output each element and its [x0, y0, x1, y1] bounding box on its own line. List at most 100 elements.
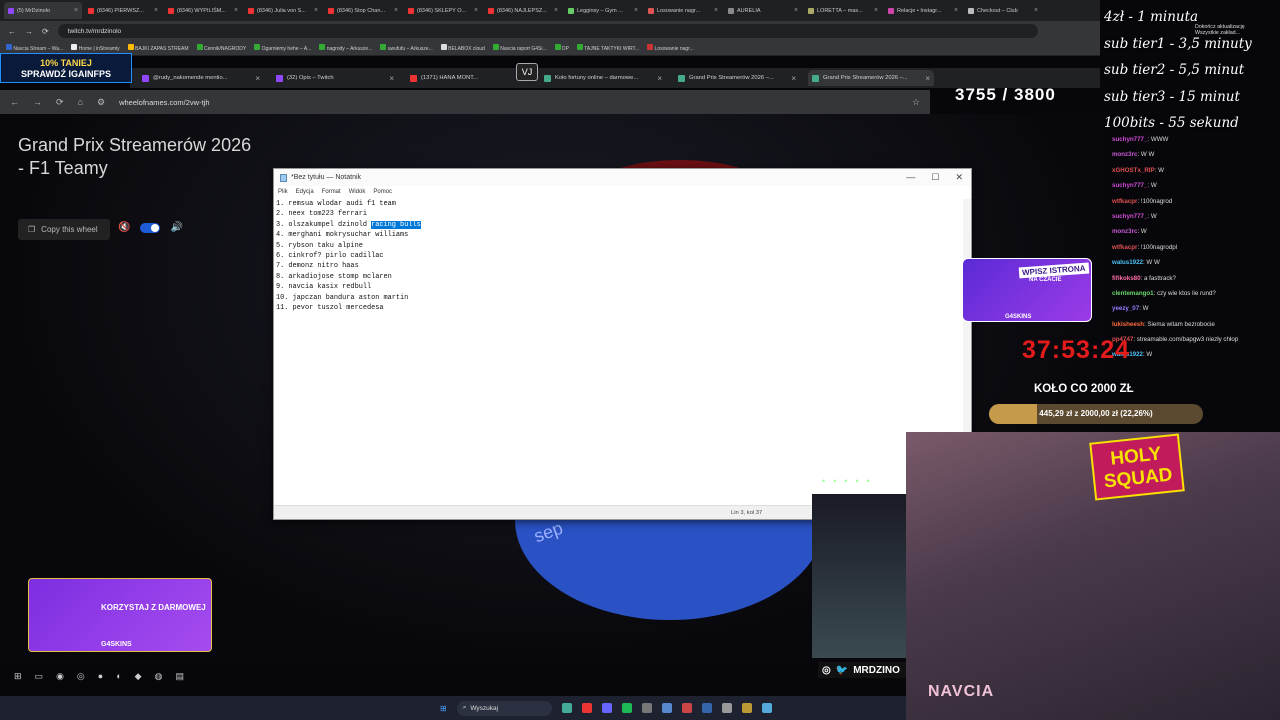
- chat-username[interactable]: monz3rc: [1112, 228, 1137, 235]
- file-explorer-icon[interactable]: [741, 703, 752, 713]
- outer-tab[interactable]: Losowanie nagr... ×: [644, 2, 722, 19]
- close-tab-icon[interactable]: ×: [954, 7, 958, 14]
- notepad-menu-item[interactable]: Widok: [349, 189, 366, 195]
- taskbar-search[interactable]: ⌕ Wyszukaj: [456, 700, 552, 716]
- close-tab-icon[interactable]: ×: [925, 74, 930, 83]
- maximize-icon[interactable]: ☐: [931, 172, 939, 183]
- forward-icon[interactable]: →: [25, 27, 33, 36]
- bookmark-star-icon[interactable]: ☆: [912, 97, 930, 108]
- inner-tab[interactable]: Koło fortuny online – darmowe... ×: [540, 70, 666, 86]
- bookmark-item[interactable]: Home | inStreamly: [71, 44, 120, 52]
- site-info-icon[interactable]: ⚙: [97, 97, 105, 108]
- close-tab-icon[interactable]: ×: [474, 7, 478, 14]
- bookmark-item[interactable]: Losowanie nagr...: [647, 44, 694, 52]
- minimize-icon[interactable]: —: [906, 172, 915, 183]
- windows-start-icon[interactable]: ⊞: [14, 671, 22, 682]
- close-tab-icon[interactable]: ×: [1034, 7, 1038, 14]
- bookmark-item[interactable]: Cennik/NAGRODY: [196, 44, 246, 52]
- chat-username[interactable]: clentemango1: [1112, 290, 1154, 297]
- chat-username[interactable]: suchyn777_: [1112, 182, 1147, 189]
- outer-tab[interactable]: (8346) SKLEPY O... ×: [404, 2, 482, 19]
- notepad-task-icon[interactable]: [761, 703, 772, 713]
- app-icon[interactable]: [681, 703, 692, 713]
- close-tab-icon[interactable]: ×: [154, 7, 158, 14]
- notepad-titlebar[interactable]: *Bez tytułu — Notatnik — ☐ ✕: [274, 169, 971, 186]
- inner-tab[interactable]: (1371) HANA MONT...×: [406, 70, 532, 86]
- inner-tab[interactable]: (32) Opis – Twitch ×: [272, 70, 398, 86]
- bookmark-item[interactable]: Navcia raport G4Si...: [492, 44, 547, 52]
- outer-tab[interactable]: (8346) PIERWSZ... ×: [84, 2, 162, 19]
- discord-icon[interactable]: ◐: [116, 671, 121, 681]
- outer-tab[interactable]: (8346) WYPILIŚM... ×: [164, 2, 242, 19]
- chat-username[interactable]: wtfkacpr: [1112, 244, 1137, 251]
- close-tab-icon[interactable]: ×: [657, 74, 662, 83]
- close-tab-icon[interactable]: ×: [389, 74, 394, 83]
- bookmark-item[interactable]: TAJNE TAKTYKI WIRT...: [576, 44, 639, 52]
- inner-url-text[interactable]: wheelofnames.com/2vw-tjh: [119, 98, 209, 107]
- home-icon[interactable]: ⌂: [78, 97, 83, 107]
- notepad-menu-item[interactable]: Format: [322, 189, 341, 195]
- chrome-icon[interactable]: ●: [98, 671, 103, 681]
- chat-username[interactable]: lukisheesh: [1112, 321, 1144, 328]
- close-tab-icon[interactable]: ×: [794, 7, 798, 14]
- reload-icon[interactable]: ⟳: [42, 27, 49, 36]
- volume-icon[interactable]: 🔊: [170, 222, 182, 233]
- close-icon[interactable]: ✕: [955, 172, 963, 183]
- notepad-text-area[interactable]: 1. remsua wlodar audi f1 team 2. neex tom…: [276, 199, 963, 501]
- steam-icon[interactable]: ◎: [77, 671, 85, 682]
- inner-back-icon[interactable]: ←: [10, 97, 19, 107]
- outer-tab[interactable]: Checkout – Club ×: [964, 2, 1042, 19]
- close-tab-icon[interactable]: ×: [791, 74, 796, 83]
- spotify-icon[interactable]: [621, 703, 632, 713]
- outer-tab[interactable]: (8346) Julia von S... ×: [244, 2, 322, 19]
- app-icon[interactable]: [641, 703, 652, 713]
- outer-address-bar[interactable]: twitch.tv/mrdzinolo: [57, 24, 1038, 38]
- inner-tab[interactable]: Grand Prix Streamerów 2026 –... ×: [674, 70, 800, 86]
- inner-tab[interactable]: Grand Prix Streamerów 2026 –... ×: [808, 70, 934, 86]
- close-tab-icon[interactable]: ×: [554, 7, 558, 14]
- app-icon[interactable]: [721, 703, 732, 713]
- notepad-window[interactable]: *Bez tytułu — Notatnik — ☐ ✕ Plik Edycja For…: [273, 168, 972, 520]
- outer-tab[interactable]: Relacje • Instagr... ×: [884, 2, 962, 19]
- chat-username[interactable]: suchyn777_: [1112, 136, 1147, 143]
- outer-tab[interactable]: Legginsy – Gym ... ×: [564, 2, 642, 19]
- copy-wheel-button[interactable]: ❐ Copy this wheel: [18, 219, 110, 240]
- bookmark-item[interactable]: Navcia Stream – Wa...: [6, 44, 63, 52]
- inner-reload-icon[interactable]: ⟳: [56, 97, 64, 108]
- edge-icon[interactable]: ◉: [56, 671, 64, 682]
- app-icon[interactable]: ◆: [135, 671, 142, 682]
- inner-tab[interactable]: @rudy_nakomende mentio... ×: [138, 70, 264, 86]
- chat-username[interactable]: yeezy_07: [1112, 305, 1139, 312]
- chrome-icon[interactable]: [581, 703, 592, 713]
- bookmark-item[interactable]: Ogarniemy hehe – A...: [254, 44, 311, 52]
- notepad-menu-item[interactable]: Edycja: [296, 189, 314, 195]
- discord-icon[interactable]: [601, 703, 612, 713]
- chat-username[interactable]: monz3rc: [1112, 151, 1137, 158]
- notepad-task-icon[interactable]: ▤: [175, 671, 184, 682]
- task-view-icon[interactable]: ▭: [35, 671, 44, 682]
- close-tab-icon[interactable]: ×: [874, 7, 878, 14]
- chat-username[interactable]: xGHOSTx_RIP: [1112, 167, 1155, 174]
- chat-username[interactable]: fifikoks80: [1112, 275, 1141, 282]
- bookmark-item[interactable]: DP: [554, 44, 569, 52]
- back-icon[interactable]: ←: [8, 27, 16, 36]
- close-tab-icon[interactable]: ×: [394, 7, 398, 14]
- close-tab-icon[interactable]: ×: [714, 7, 718, 14]
- bookmark-item[interactable]: nagrody – Arkusze...: [319, 44, 372, 52]
- bookmark-item[interactable]: BAJKI ZAPAS STREAM: [127, 44, 189, 52]
- close-tab-icon[interactable]: ×: [255, 74, 260, 83]
- inner-forward-icon[interactable]: →: [33, 97, 42, 107]
- outer-tab[interactable]: (8346) Stop Chan... ×: [324, 2, 402, 19]
- chat-username[interactable]: walus1922: [1112, 259, 1143, 266]
- outer-tab[interactable]: (5) MrDzinolo ×: [4, 2, 82, 19]
- close-tab-icon[interactable]: ×: [234, 7, 238, 14]
- close-tab-icon[interactable]: ×: [314, 7, 318, 14]
- close-tab-icon[interactable]: ×: [634, 7, 638, 14]
- outer-tab[interactable]: LORETTA – mas... ×: [804, 2, 882, 19]
- bookmark-item[interactable]: BELABOX cloud: [440, 44, 485, 52]
- outer-tab[interactable]: (8346) NAJLEPSZ... ×: [484, 2, 562, 19]
- task-view-icon[interactable]: [561, 703, 572, 713]
- chat-username[interactable]: wtfkacpr: [1112, 198, 1137, 205]
- mute-icon[interactable]: 🔇: [118, 222, 130, 233]
- windows-start-icon[interactable]: ⊞: [440, 704, 447, 713]
